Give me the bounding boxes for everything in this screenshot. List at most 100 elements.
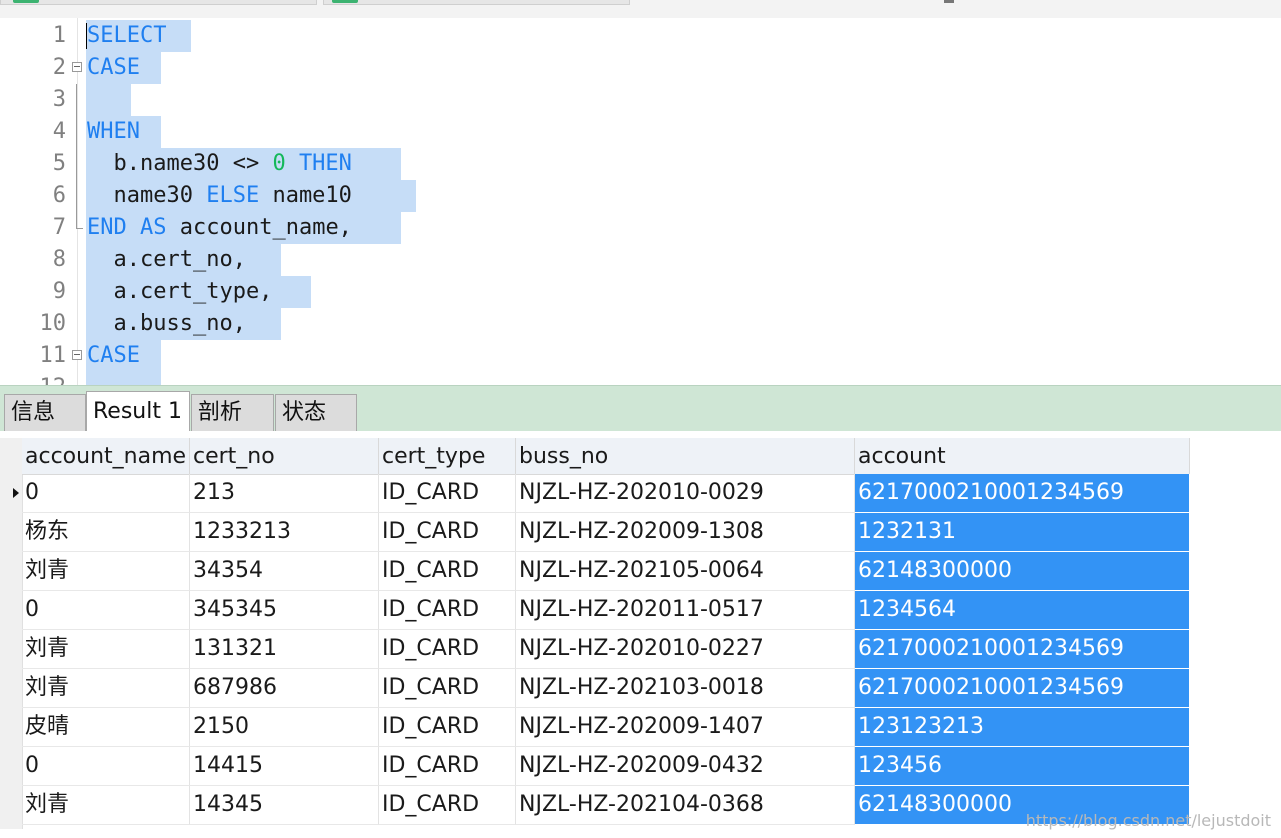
table-cell[interactable]: 213 [190, 474, 379, 513]
table-cell[interactable]: NJZL-HZ-202104-0368 [516, 786, 855, 825]
table-cell[interactable]: 刘青 [22, 669, 190, 708]
code-text: a.buss_no, [87, 308, 245, 340]
code-line[interactable]: 9 a.cert_type, [0, 276, 1281, 308]
table-cell[interactable]: 2150 [190, 708, 379, 747]
table-cell[interactable]: NJZL-HZ-202010-0029 [516, 474, 855, 513]
table-cell[interactable]: 687986 [190, 669, 379, 708]
table-cell[interactable]: NJZL-HZ-202011-0517 [516, 591, 855, 630]
fold-collapse-icon[interactable] [72, 62, 82, 72]
toolbar-marker [944, 0, 954, 3]
fold-collapse-icon[interactable] [72, 350, 82, 360]
table-cell[interactable]: 123456 [855, 747, 1190, 786]
sql-text: account_name, [166, 215, 352, 240]
table-cell[interactable]: 345345 [190, 591, 379, 630]
watermark: https://blog.csdn.net/lejustdoit [1025, 811, 1271, 830]
tab-profile[interactable]: 剖析 [191, 394, 274, 431]
table-cell[interactable]: NJZL-HZ-202010-0227 [516, 630, 855, 669]
table-cell[interactable]: 刘青 [22, 630, 190, 669]
table-cell[interactable]: NJZL-HZ-202009-1308 [516, 513, 855, 552]
tab-status[interactable]: 状态 [275, 394, 357, 431]
table-cell[interactable]: 0 [22, 747, 190, 786]
table-cell[interactable]: NJZL-HZ-202009-0432 [516, 747, 855, 786]
table-cell[interactable]: 1232131 [855, 513, 1190, 552]
fold-guide [76, 180, 77, 212]
query-tab-1[interactable] [0, 0, 317, 5]
line-number: 3 [52, 87, 66, 112]
row-indicator-column [0, 438, 23, 829]
table-cell[interactable]: 1233213 [190, 513, 379, 552]
code-line[interactable]: 11 CASE [0, 340, 1281, 372]
table-cell[interactable]: 6217000210001234569 [855, 630, 1190, 669]
sql-keyword: SELECT [87, 23, 167, 48]
table-cell[interactable]: 131321 [190, 630, 379, 669]
code-text: a.cert_no, [87, 244, 246, 276]
table-cell[interactable]: ID_CARD [379, 747, 516, 786]
line-number: 11 [39, 343, 67, 368]
table-cell[interactable]: 杨东 [22, 513, 190, 552]
sql-text: a.cert_no, [87, 247, 246, 272]
tab-info[interactable]: 信息 [4, 394, 86, 431]
table-cell[interactable]: ID_CARD [379, 591, 516, 630]
table-cell[interactable]: 刘青 [22, 786, 190, 825]
tab-result-1[interactable]: Result 1 [86, 391, 190, 431]
code-line[interactable]: 12 [0, 372, 1281, 385]
table-cell[interactable]: ID_CARD [379, 786, 516, 825]
line-number: 12 [0, 372, 67, 385]
code-text: b.name30 <> 0 THEN [87, 148, 351, 180]
code-line[interactable]: 7 END AS account_name, [0, 212, 1281, 244]
table-cell[interactable]: 刘青 [22, 552, 190, 591]
code-line[interactable]: 4 WHEN [0, 116, 1281, 148]
table-cell[interactable]: ID_CARD [379, 513, 516, 552]
table-cell[interactable]: ID_CARD [379, 708, 516, 747]
table-cell[interactable]: ID_CARD [379, 669, 516, 708]
fold-end-marker [76, 212, 83, 229]
column-header-account-name[interactable]: account_name [22, 438, 190, 474]
sql-keyword: END [87, 215, 127, 240]
current-row-icon [13, 488, 19, 498]
table-cell[interactable]: 123123213 [855, 708, 1190, 747]
table-cell[interactable]: 6217000210001234569 [855, 474, 1190, 513]
table-cell[interactable]: 0 [22, 591, 190, 630]
code-line[interactable]: 6 name30 ELSE name10 [0, 180, 1281, 212]
sql-text: b.name30 <> [87, 151, 273, 176]
table-cell[interactable]: ID_CARD [379, 630, 516, 669]
table-cell[interactable]: 34354 [190, 552, 379, 591]
line-number: 5 [52, 151, 66, 176]
table-cell[interactable]: 62148300000 [855, 552, 1190, 591]
column-header-account[interactable]: account [855, 438, 1190, 474]
table-cell[interactable]: 14415 [190, 747, 379, 786]
table-cell[interactable]: 1234564 [855, 591, 1190, 630]
column-header-cert-no[interactable]: cert_no [190, 438, 379, 474]
code-text: SELECT [87, 20, 166, 52]
line-number: 10 [39, 311, 67, 336]
sql-editor[interactable]: 1 SELECT 2 CASE 3 4 WHEN 5 b.name30 <> 0 THEN 6… [0, 18, 1281, 385]
table-cell[interactable]: 6217000210001234569 [855, 669, 1190, 708]
line-number: 8 [52, 247, 66, 272]
query-tab-2[interactable] [323, 0, 630, 5]
table-cell[interactable]: NJZL-HZ-202105-0064 [516, 552, 855, 591]
sql-text: name10 [259, 183, 352, 208]
table-cell[interactable]: NJZL-HZ-202009-1407 [516, 708, 855, 747]
table-cell[interactable]: ID_CARD [379, 552, 516, 591]
code-line[interactable]: 3 [0, 84, 1281, 116]
table-cell[interactable]: 皮晴 [22, 708, 190, 747]
line-number: 7 [52, 215, 66, 240]
code-line[interactable]: 8 a.cert_no, [0, 244, 1281, 276]
table-cell[interactable]: 0 [22, 474, 190, 513]
line-number: 6 [52, 183, 66, 208]
table-cell[interactable]: NJZL-HZ-202103-0018 [516, 669, 855, 708]
code-text: END AS account_name, [87, 212, 352, 244]
code-line[interactable]: 10 a.buss_no, [0, 308, 1281, 340]
table-cell[interactable]: 14345 [190, 786, 379, 825]
column-header-buss-no[interactable]: buss_no [516, 438, 855, 474]
code-line[interactable]: 1 SELECT [0, 20, 1281, 52]
table-cell[interactable]: ID_CARD [379, 474, 516, 513]
column-header-cert-type[interactable]: cert_type [379, 438, 516, 474]
code-line[interactable]: 5 b.name30 <> 0 THEN [0, 148, 1281, 180]
result-grid[interactable]: account_name cert_no cert_type buss_no accou… [0, 438, 1281, 838]
result-tabs-bar: 信息 Result 1 剖析 状态 [0, 385, 1281, 431]
code-line[interactable]: 2 CASE [0, 52, 1281, 84]
